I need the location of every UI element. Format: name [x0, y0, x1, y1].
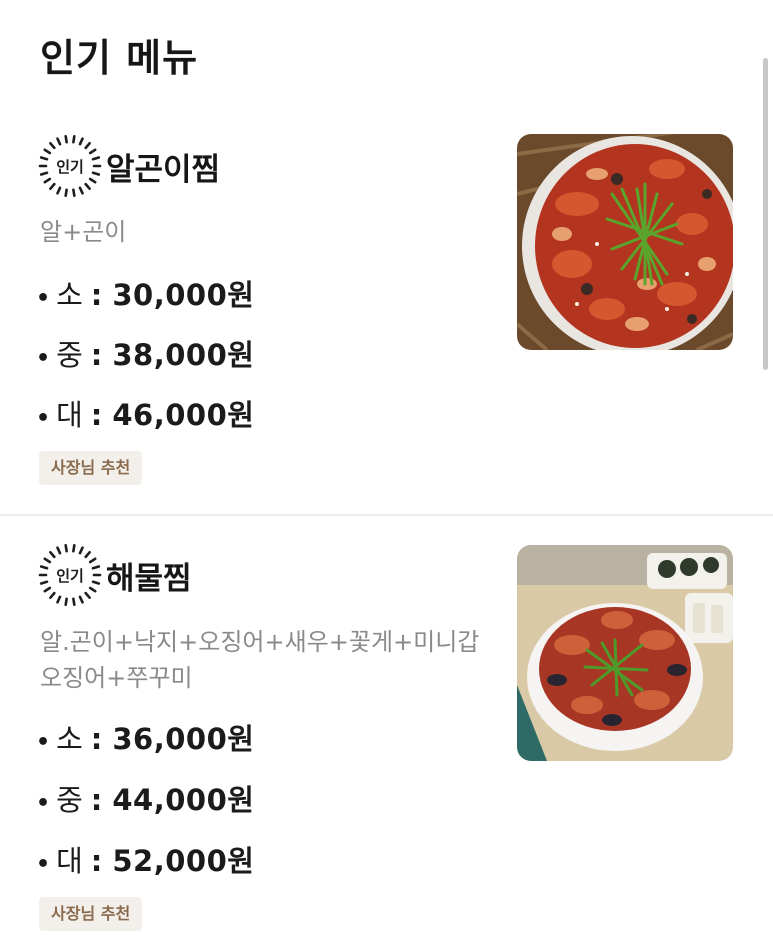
sunburst-ray: [64, 134, 68, 144]
price-size-label: 대: [56, 844, 83, 878]
menu-item-title-row: 인기 해물찜: [38, 543, 192, 607]
sunburst-ray: [88, 586, 97, 593]
sunburst-ray: [49, 142, 56, 150]
popular-badge-label: 인기: [56, 157, 84, 176]
sunburst-ray: [49, 182, 56, 191]
sunburst-ray: [88, 557, 97, 564]
sunburst-ray: [39, 580, 49, 585]
sunburst-ray: [43, 148, 52, 155]
sunburst-ray: [78, 137, 84, 146]
menu-item-photo[interactable]: [517, 545, 733, 761]
price-value: 36,000원: [112, 722, 255, 756]
sunburst-ray: [39, 156, 49, 161]
menu-item-haemuljjim[interactable]: 인기 해물찜 알.곤이+낙지+오징어+새우+꽃게+미니갑 오징어+쭈꾸미 • 소…: [0, 516, 773, 943]
popular-badge: 인기: [38, 134, 102, 198]
description-line: 오징어+쭈꾸미: [40, 664, 193, 692]
popular-badge: 인기: [38, 543, 102, 607]
description-line: 알+곤이: [40, 218, 127, 246]
sunburst-ray: [78, 546, 84, 555]
menu-item-description: 알+곤이: [40, 214, 126, 250]
price-row-large: • 대 : 46,000원: [36, 392, 254, 434]
price-value: 52,000원: [112, 844, 255, 878]
description-line: 알.곤이+낙지+오징어+새우+꽃게+미니갑: [40, 628, 480, 656]
owner-recommend-badge: 사장님 추천: [39, 897, 143, 931]
price-size-label: 중: [56, 783, 83, 817]
menu-item-description: 알.곤이+낙지+오징어+새우+꽃게+미니갑 오징어+쭈꾸미: [40, 624, 479, 696]
sunburst-ray: [72, 543, 76, 553]
sunburst-ray: [78, 186, 84, 195]
sunburst-ray: [56, 186, 62, 195]
sunburst-ray: [91, 171, 101, 176]
price-value: 44,000원: [112, 783, 255, 817]
sunburst-ray: [64, 597, 68, 607]
sunburst-ray: [39, 565, 49, 570]
sunburst-ray: [49, 591, 56, 600]
popular-badge-label: 인기: [56, 566, 84, 585]
sunburst-ray: [84, 142, 91, 150]
price-size-label: 대: [56, 398, 83, 432]
sunburst-ray: [64, 543, 68, 553]
menu-item-name: 해물찜: [106, 560, 192, 597]
sunburst-ray: [56, 546, 62, 555]
sunburst-ray: [88, 148, 97, 155]
price-value: 30,000원: [112, 278, 255, 312]
sunburst-ray: [39, 171, 49, 176]
menu-item-photo[interactable]: [517, 134, 733, 350]
sunburst-ray: [84, 182, 91, 191]
sunburst-ray: [72, 597, 76, 607]
sunburst-ray: [91, 156, 101, 161]
sunburst-ray: [72, 188, 76, 198]
price-row-medium: • 중 : 44,000원: [36, 777, 254, 819]
food-photo-haemuljjim: [517, 545, 733, 761]
sunburst-ray: [91, 565, 101, 570]
price-row-large: • 대 : 52,000원: [36, 838, 254, 880]
food-photo-algonijjim: [517, 134, 733, 350]
page-title: 인기 메뉴: [40, 36, 199, 80]
sunburst-ray: [84, 551, 91, 559]
sunburst-ray: [88, 177, 97, 184]
price-row-small: • 소 : 36,000원: [36, 716, 254, 758]
price-value: 38,000원: [112, 338, 255, 372]
sunburst-ray: [43, 557, 52, 564]
sunburst-ray: [91, 580, 101, 585]
sunburst-ray: [56, 595, 62, 604]
price-size-label: 중: [56, 338, 83, 372]
price-size-label: 소: [56, 722, 83, 756]
price-row-small: • 소 : 30,000원: [36, 272, 254, 314]
sunburst-ray: [84, 591, 91, 600]
menu-item-title-row: 인기 알곤이찜: [38, 134, 220, 198]
sunburst-ray: [56, 137, 62, 146]
sunburst-ray: [43, 586, 52, 593]
menu-item-name: 알곤이찜: [106, 151, 221, 188]
price-row-medium: • 중 : 38,000원: [36, 332, 254, 374]
sunburst-ray: [49, 551, 56, 559]
price-size-label: 소: [56, 278, 83, 312]
sunburst-ray: [43, 177, 52, 184]
owner-recommend-badge: 사장님 추천: [39, 451, 143, 485]
sunburst-ray: [64, 188, 68, 198]
price-value: 46,000원: [112, 398, 255, 432]
sunburst-ray: [72, 134, 76, 144]
menu-item-algonijjim[interactable]: 인기 알곤이찜 알+곤이 • 소 : 30,000원 • 중 : 38,000원…: [0, 128, 773, 514]
sunburst-ray: [78, 595, 84, 604]
